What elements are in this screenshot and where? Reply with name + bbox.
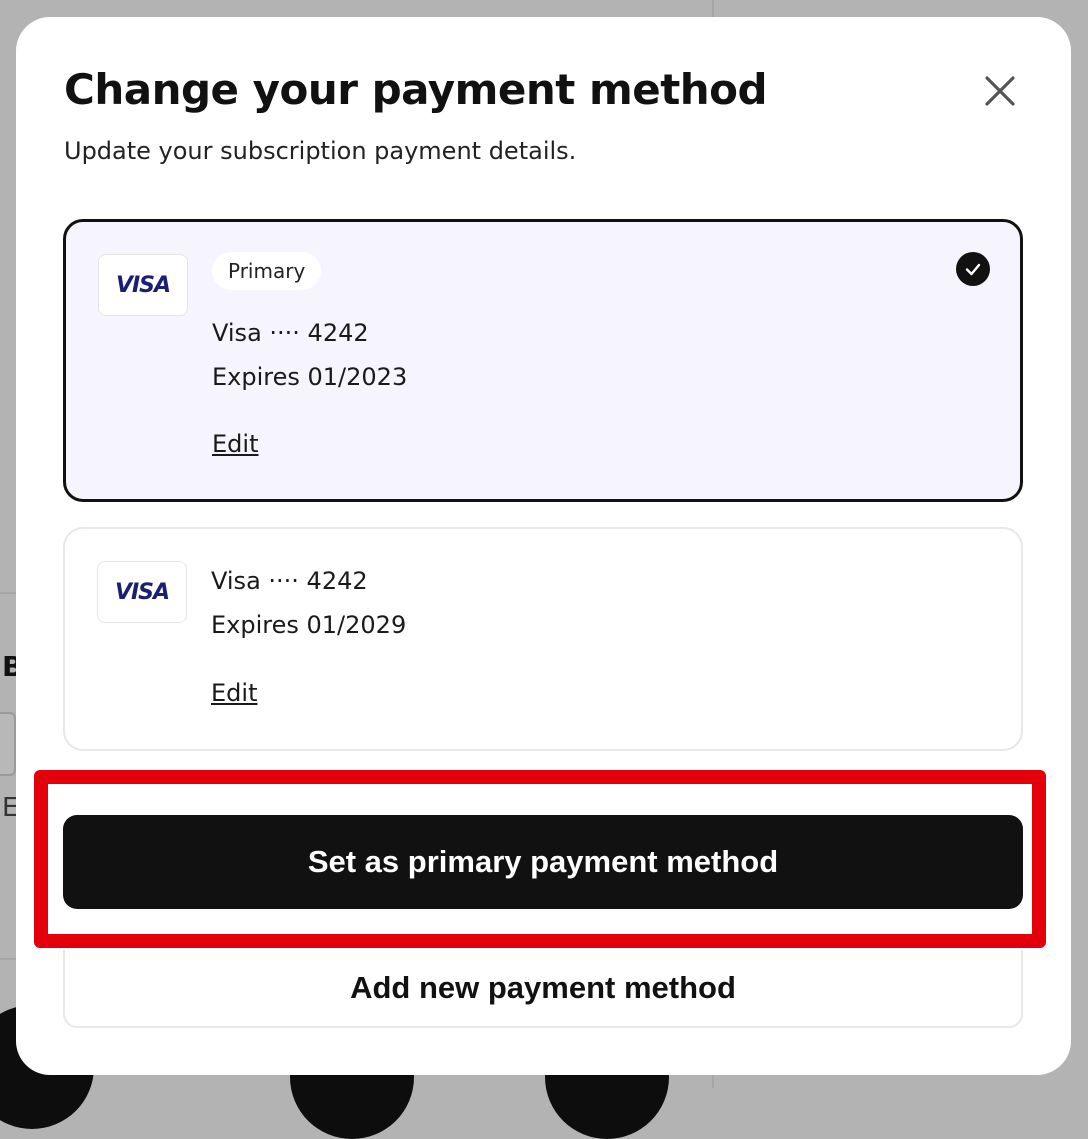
check-icon [956,252,990,286]
payment-card-secondary[interactable]: VISA Visa ···· 4242 Expires 01/2029 Edit [63,527,1023,751]
card-expiry: Expires 01/2023 [212,363,408,391]
payment-card-primary[interactable]: VISA Primary Visa ···· 4242 Expires 01/2… [63,219,1023,502]
edit-card-link[interactable]: Edit [212,430,258,458]
visa-logo-icon: VISA [98,254,188,316]
set-primary-payment-button[interactable]: Set as primary payment method [63,815,1023,909]
close-icon [985,76,1015,106]
visa-logo-icon: VISA [97,561,187,623]
modal-title: Change your payment method [64,65,768,114]
card-expiry: Expires 01/2029 [211,611,407,639]
modal-subtitle: Update your subscription payment details… [64,137,577,165]
edit-card-link[interactable]: Edit [211,679,257,707]
primary-badge: Primary [212,252,322,290]
card-name: Visa ···· 4242 [211,567,368,595]
close-button[interactable] [978,69,1022,113]
payment-method-modal: Change your payment method Update your s… [16,17,1071,1075]
add-payment-method-button[interactable]: Add new payment method [63,950,1023,1028]
card-name: Visa ···· 4242 [212,319,369,347]
background-input-fragment [0,712,16,776]
